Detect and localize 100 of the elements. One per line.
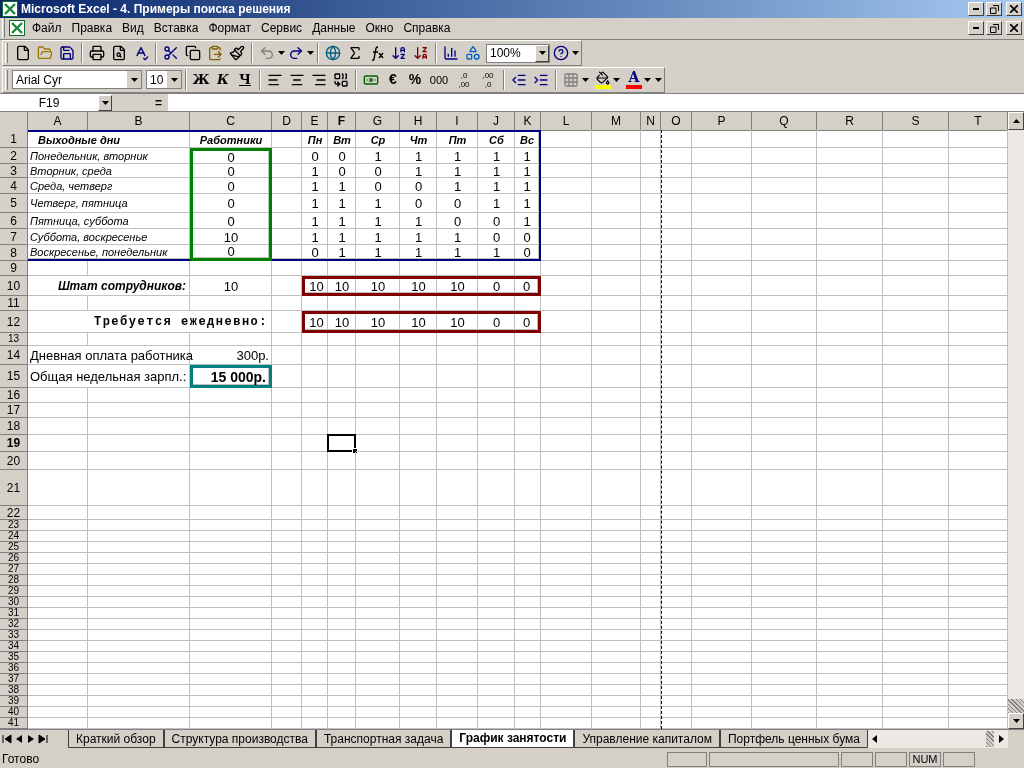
table-cell[interactable]: 1 (328, 229, 356, 246)
row-header[interactable]: 5 (0, 194, 28, 214)
menu-item[interactable]: Вид (117, 19, 149, 38)
table-cell[interactable]: 0 (478, 229, 515, 246)
sheet-tab[interactable]: График занятости (451, 730, 575, 749)
row-header[interactable]: 10 (0, 276, 28, 297)
active-cell[interactable] (327, 434, 356, 453)
row-header[interactable]: 40 (0, 707, 28, 719)
row-header[interactable]: 9 (0, 261, 28, 277)
row-header[interactable]: 23 (0, 520, 28, 532)
table-cell[interactable]: 0 (190, 178, 272, 195)
table-cell[interactable]: Штат сотрудников: (28, 276, 190, 297)
window-restore-button[interactable] (986, 2, 1002, 16)
window-close-button[interactable] (1006, 2, 1022, 16)
table-cell[interactable]: 1 (437, 164, 478, 179)
column-header[interactable]: S (883, 112, 949, 132)
table-cell[interactable]: 1 (478, 178, 515, 195)
table-cell[interactable]: Чт (400, 130, 437, 149)
table-cell[interactable]: 1 (356, 229, 400, 246)
table-cell[interactable]: 1 (515, 194, 541, 214)
menu-item[interactable]: Справка (398, 19, 456, 38)
table-cell[interactable]: Суббота, воскресенье (28, 229, 190, 246)
row-header[interactable]: 35 (0, 652, 28, 664)
table-cell[interactable]: Среда, четверг (28, 178, 190, 195)
table-cell[interactable]: 10 (328, 311, 356, 334)
table-cell[interactable]: Ср (356, 130, 400, 149)
table-cell[interactable]: 10 (400, 311, 437, 334)
split-box[interactable] (1008, 699, 1024, 714)
zoom-dropdown[interactable]: 100% (486, 43, 550, 63)
menu-item[interactable]: Окно (360, 19, 399, 38)
row-header[interactable]: 29 (0, 586, 28, 598)
table-cell[interactable]: 1 (515, 164, 541, 179)
row-header[interactable]: 4 (0, 178, 28, 195)
table-cell[interactable]: 0 (437, 194, 478, 214)
table-cell[interactable]: Общая недельная зарпл.: (28, 365, 190, 389)
table-cell[interactable]: 1 (400, 213, 437, 230)
table-cell[interactable]: 1 (302, 164, 328, 179)
caret-icon[interactable] (170, 77, 178, 82)
row-header[interactable]: 41 (0, 718, 28, 730)
table-cell[interactable]: 0 (356, 164, 400, 179)
row-header[interactable]: 33 (0, 630, 28, 642)
table-cell[interactable]: 1 (302, 213, 328, 230)
workbook-minimize-button[interactable] (968, 21, 984, 36)
table-cell[interactable]: Четверг, пятница (28, 194, 190, 214)
table-cell[interactable]: 1 (515, 213, 541, 230)
table-cell[interactable]: 1 (400, 164, 437, 179)
row-header[interactable]: 27 (0, 564, 28, 576)
table-cell[interactable]: Сб (478, 130, 515, 149)
table-cell[interactable]: 0 (478, 276, 515, 297)
caret-icon[interactable] (130, 77, 138, 82)
table-cell[interactable]: 1 (478, 194, 515, 214)
table-cell[interactable]: 1 (356, 245, 400, 262)
table-cell[interactable]: 0 (400, 194, 437, 214)
horizontal-scrollbar[interactable] (868, 730, 1008, 749)
tab-scroll-icon[interactable] (26, 734, 36, 745)
column-header[interactable]: Q (752, 112, 817, 132)
sheet-tab[interactable]: Управление капиталом (574, 730, 720, 749)
caret-icon[interactable] (101, 100, 109, 105)
table-cell[interactable]: 1 (400, 229, 437, 246)
row-header[interactable]: 7 (0, 229, 28, 246)
tab-scroll-icon[interactable] (38, 734, 48, 745)
table-cell[interactable]: 1 (437, 229, 478, 246)
column-header[interactable]: M (592, 112, 641, 132)
table-cell[interactable]: 1 (356, 148, 400, 165)
workbook-close-button[interactable] (1006, 21, 1022, 36)
table-cell[interactable]: 0 (190, 148, 272, 165)
table-cell[interactable]: 1 (328, 194, 356, 214)
row-header[interactable]: 3 (0, 164, 28, 179)
bold-button[interactable]: Ж (190, 68, 212, 91)
row-header[interactable]: 14 (0, 346, 28, 366)
italic-button[interactable]: К (212, 68, 234, 91)
vertical-scrollbar[interactable] (1008, 112, 1024, 730)
table-cell[interactable]: 1 (328, 213, 356, 230)
row-header[interactable]: 12 (0, 311, 28, 334)
caret-icon[interactable] (613, 77, 620, 82)
table-cell[interactable] (272, 130, 302, 149)
row-header[interactable]: 37 (0, 674, 28, 686)
table-cell[interactable]: Вт (328, 130, 356, 149)
increase-decimal-button[interactable]: ,0 ,00 (452, 68, 476, 91)
font-dropdown[interactable]: Arial Cyr (12, 70, 142, 90)
decrease-decimal-button[interactable]: ,00 ,0 (476, 68, 500, 91)
fill-color-button[interactable] (593, 68, 613, 91)
table-cell[interactable]: 10 (356, 311, 400, 334)
caret-icon[interactable] (278, 51, 285, 56)
scroll-up-icon[interactable] (1012, 119, 1020, 124)
column-header[interactable]: N (641, 112, 661, 132)
table-cell[interactable]: Пятница, суббота (28, 213, 190, 230)
table-cell[interactable]: 1 (400, 245, 437, 262)
table-cell[interactable]: 1 (478, 245, 515, 262)
scroll-down-icon[interactable] (1012, 719, 1020, 724)
row-header[interactable]: 1 (0, 130, 28, 149)
font-size-dropdown[interactable]: 10 (146, 70, 182, 90)
column-header[interactable]: P (692, 112, 752, 132)
row-header[interactable]: 20 (0, 452, 28, 471)
row-header[interactable]: 22 (0, 506, 28, 521)
row-header[interactable]: 36 (0, 663, 28, 675)
table-cell[interactable]: 0 (515, 245, 541, 262)
sheet-tab[interactable]: Краткий обзор (68, 730, 164, 749)
table-cell[interactable]: 0 (515, 311, 541, 334)
caret-icon[interactable] (307, 51, 314, 56)
